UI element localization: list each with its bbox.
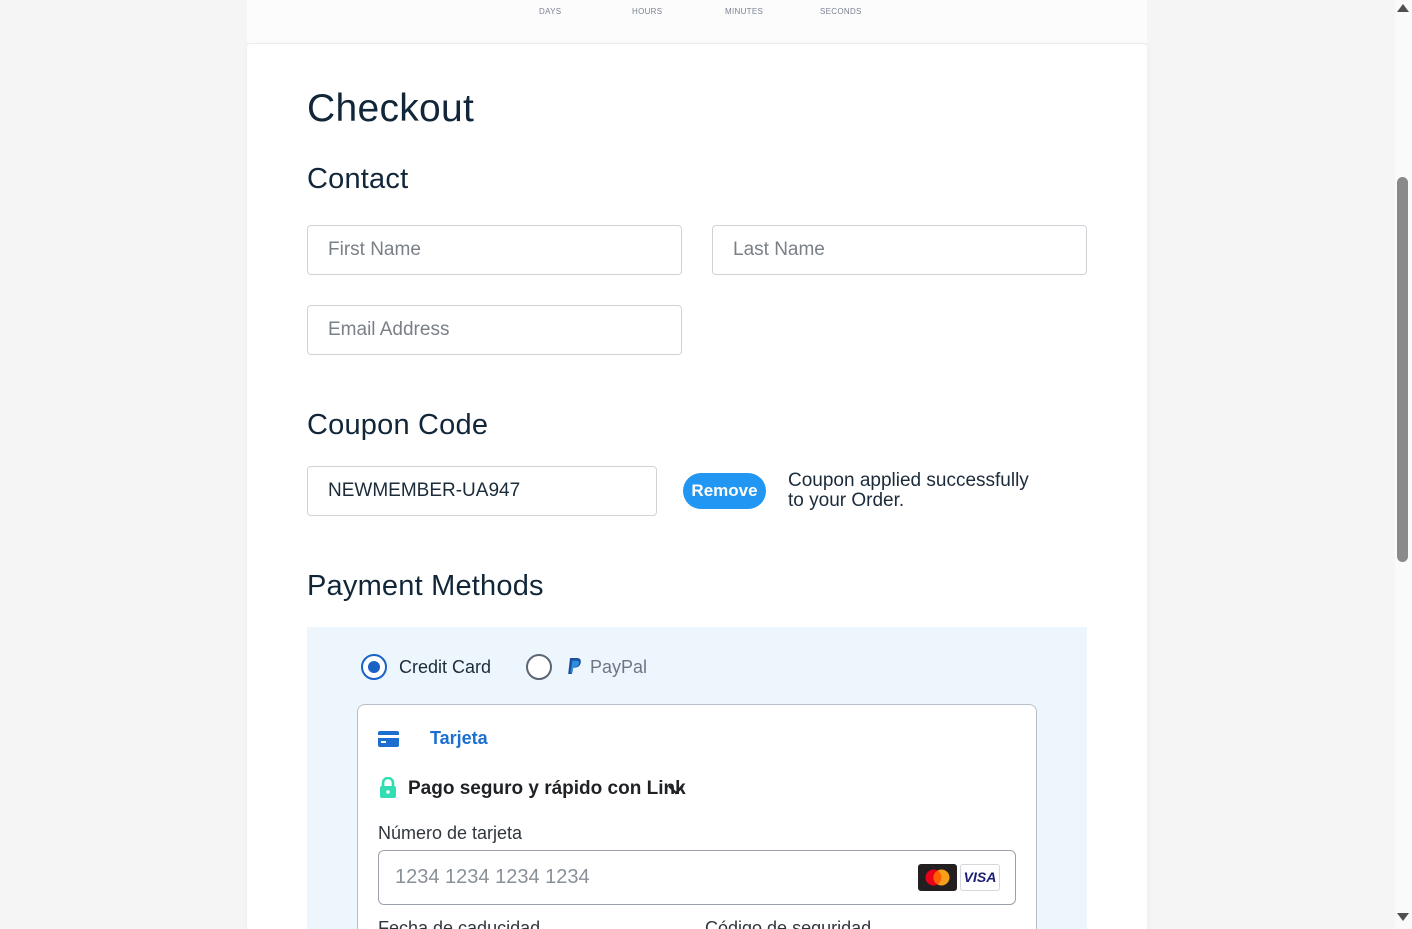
tab-tarjeta[interactable]: Tarjeta — [430, 728, 488, 749]
cvc-label: Código de seguridad — [705, 918, 872, 929]
coupon-status-message: Coupon applied successfully to your Orde… — [788, 470, 1029, 511]
mastercard-icon — [918, 864, 957, 891]
countdown-seconds-label: SECONDS — [820, 7, 862, 16]
countdown-strip: DAYS HOURS MINUTES SECONDS — [247, 0, 1147, 44]
contact-heading: Contact — [307, 163, 409, 195]
visa-icon: VISA — [960, 864, 1000, 891]
paypal-icon — [568, 658, 581, 674]
scroll-down-arrow-icon[interactable] — [1397, 913, 1409, 921]
page-title: Checkout — [307, 87, 475, 130]
countdown-minutes-label: MINUTES — [725, 7, 764, 16]
countdown-days-label: DAYS — [539, 7, 562, 16]
last-name-field[interactable] — [712, 225, 1087, 275]
payment-methods-heading: Payment Methods — [307, 570, 544, 602]
paypal-radio[interactable] — [526, 654, 552, 680]
link-secure-pay-label[interactable]: Pago seguro y rápido con Link — [408, 778, 686, 800]
credit-card-radio[interactable] — [361, 654, 387, 680]
credit-card-label[interactable]: Credit Card — [399, 657, 491, 678]
scrollbar-thumb[interactable] — [1397, 177, 1408, 562]
expiry-label: Fecha de caducidad — [378, 918, 541, 929]
credit-card-icon — [378, 731, 399, 747]
coupon-code-field[interactable] — [307, 466, 657, 516]
chevron-down-icon[interactable] — [667, 782, 685, 796]
coupon-heading: Coupon Code — [307, 409, 489, 441]
scroll-up-arrow-icon[interactable] — [1397, 4, 1409, 12]
first-name-field[interactable] — [307, 225, 682, 275]
email-field[interactable] — [307, 305, 682, 355]
countdown-hours-label: HOURS — [632, 7, 663, 16]
paypal-label[interactable]: PayPal — [590, 657, 647, 678]
lock-icon — [380, 777, 396, 798]
card-number-label: Número de tarjeta — [378, 823, 523, 843]
remove-coupon-button[interactable]: Remove — [683, 473, 766, 509]
